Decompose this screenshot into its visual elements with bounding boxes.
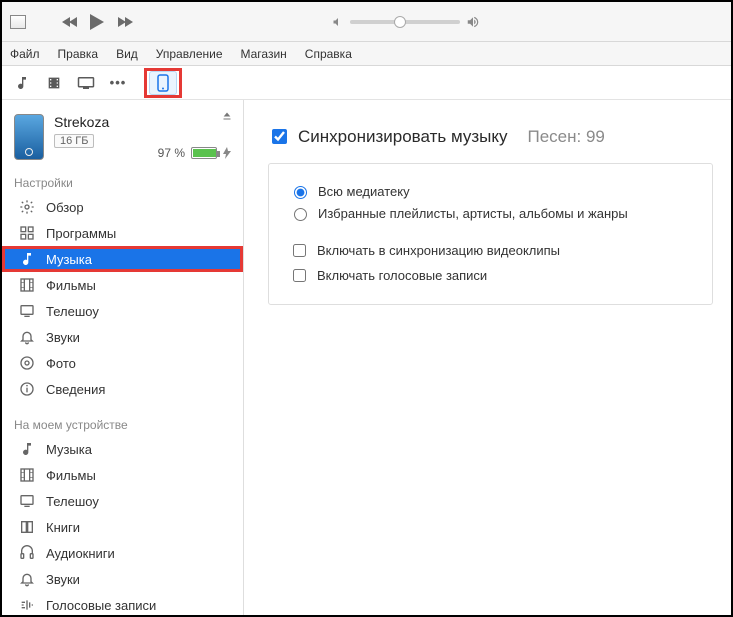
sidebar-section-ondevice: На моем устройстве [2, 412, 243, 436]
volume-low-icon [332, 16, 344, 28]
battery-icon [191, 147, 217, 159]
sidebar-item-book[interactable]: Книги [2, 514, 243, 540]
checkbox-include-voice[interactable]: Включать голосовые записи [289, 263, 692, 288]
music-view-button[interactable] [8, 71, 36, 95]
sidebar-item-tv[interactable]: Телешоу [2, 298, 243, 324]
sidebar-item-film[interactable]: Фильмы [2, 272, 243, 298]
sidebar-section-settings: Настройки [2, 170, 243, 194]
battery-percent: 97 % [158, 146, 185, 160]
phone-icon [157, 74, 169, 92]
sidebar-item-voice[interactable]: Голосовые записи [2, 592, 243, 615]
eject-button[interactable] [221, 110, 233, 122]
view-bar: ••• [2, 66, 731, 100]
sidebar-item-label: Аудиокниги [46, 546, 115, 561]
movies-view-button[interactable] [40, 71, 68, 95]
more-views-button[interactable]: ••• [104, 71, 132, 95]
sidebar-item-label: Голосовые записи [46, 598, 156, 613]
book-icon [18, 519, 36, 535]
menu-view[interactable]: Вид [116, 47, 138, 61]
device-header: Strekoza 16 ГБ 97 % [2, 100, 243, 170]
photo-icon [18, 355, 36, 371]
sidebar-item-label: Телешоу [46, 304, 99, 319]
sidebar-item-apps[interactable]: Программы [2, 220, 243, 246]
device-button[interactable] [149, 71, 177, 95]
sidebar-item-label: Книги [46, 520, 80, 535]
sidebar-item-label: Музыка [46, 252, 92, 267]
tv-view-button[interactable] [72, 71, 100, 95]
menu-store[interactable]: Магазин [241, 47, 287, 61]
device-button-highlight [144, 68, 182, 98]
music-note-icon [14, 75, 30, 91]
sidebar-item-label: Фильмы [46, 468, 96, 483]
sidebar-item-audiobook[interactable]: Аудиокниги [2, 540, 243, 566]
tv-icon [18, 303, 36, 319]
sync-options-panel: Всю медиатеку Избранные плейлисты, артис… [268, 163, 713, 305]
sidebar-item-tv[interactable]: Телешоу [2, 488, 243, 514]
charging-icon [223, 147, 231, 159]
bell-icon [18, 571, 36, 587]
radio-selected-items[interactable]: Избранные плейлисты, артисты, альбомы и … [289, 202, 692, 224]
tv-icon [77, 76, 95, 90]
next-button[interactable] [114, 11, 136, 33]
sidebar-item-label: Фото [46, 356, 76, 371]
volume-slider[interactable] [332, 15, 480, 29]
radio-entire-library[interactable]: Всю медиатеку [289, 180, 692, 202]
sidebar-item-label: Программы [46, 226, 116, 241]
sync-music-label: Синхронизировать музыку [298, 127, 507, 147]
device-name: Strekoza [54, 114, 109, 130]
mini-player-button[interactable] [10, 15, 26, 29]
music-icon [18, 251, 36, 267]
sidebar-item-bell[interactable]: Звуки [2, 324, 243, 350]
menu-file[interactable]: Файл [10, 47, 40, 61]
film-icon [46, 75, 62, 91]
checkbox-include-videos[interactable]: Включать в синхронизацию видеоклипы [289, 238, 692, 263]
sidebar-item-label: Фильмы [46, 278, 96, 293]
player-bar [2, 2, 731, 42]
songs-count: Песен: 99 [527, 127, 604, 147]
sidebar-item-bell[interactable]: Звуки [2, 566, 243, 592]
sidebar-item-label: Звуки [46, 572, 80, 587]
menu-help[interactable]: Справка [305, 47, 352, 61]
sidebar-item-info[interactable]: Сведения [2, 376, 243, 402]
sidebar: Strekoza 16 ГБ 97 % Настройки Обзор Прогр… [2, 100, 244, 615]
sync-music-checkbox[interactable] [272, 129, 287, 144]
menu-bar: Файл Правка Вид Управление Магазин Справ… [2, 42, 731, 66]
menu-edit[interactable]: Правка [58, 47, 99, 61]
sidebar-item-label: Обзор [46, 200, 84, 215]
sidebar-item-label: Сведения [46, 382, 105, 397]
music-icon [18, 441, 36, 457]
tv-icon [18, 493, 36, 509]
audiobook-icon [18, 545, 36, 561]
device-capacity: 16 ГБ [54, 134, 94, 148]
sidebar-item-settings[interactable]: Обзор [2, 194, 243, 220]
sidebar-item-photo[interactable]: Фото [2, 350, 243, 376]
apps-icon [18, 225, 36, 241]
sidebar-item-label: Музыка [46, 442, 92, 457]
previous-button[interactable] [58, 11, 80, 33]
bell-icon [18, 329, 36, 345]
sidebar-item-label: Звуки [46, 330, 80, 345]
menu-controls[interactable]: Управление [156, 47, 223, 61]
play-button[interactable] [86, 11, 108, 33]
film-icon [18, 467, 36, 483]
sidebar-item-label: Телешоу [46, 494, 99, 509]
settings-icon [18, 199, 36, 215]
volume-high-icon [466, 15, 480, 29]
film-icon [18, 277, 36, 293]
voice-icon [18, 597, 36, 613]
sidebar-item-film[interactable]: Фильмы [2, 462, 243, 488]
device-thumbnail [14, 114, 44, 160]
sidebar-item-music[interactable]: Музыка [2, 246, 243, 272]
sidebar-item-music[interactable]: Музыка [2, 436, 243, 462]
main-pane: Синхронизировать музыку Песен: 99 Всю ме… [244, 100, 731, 615]
info-icon [18, 381, 36, 397]
